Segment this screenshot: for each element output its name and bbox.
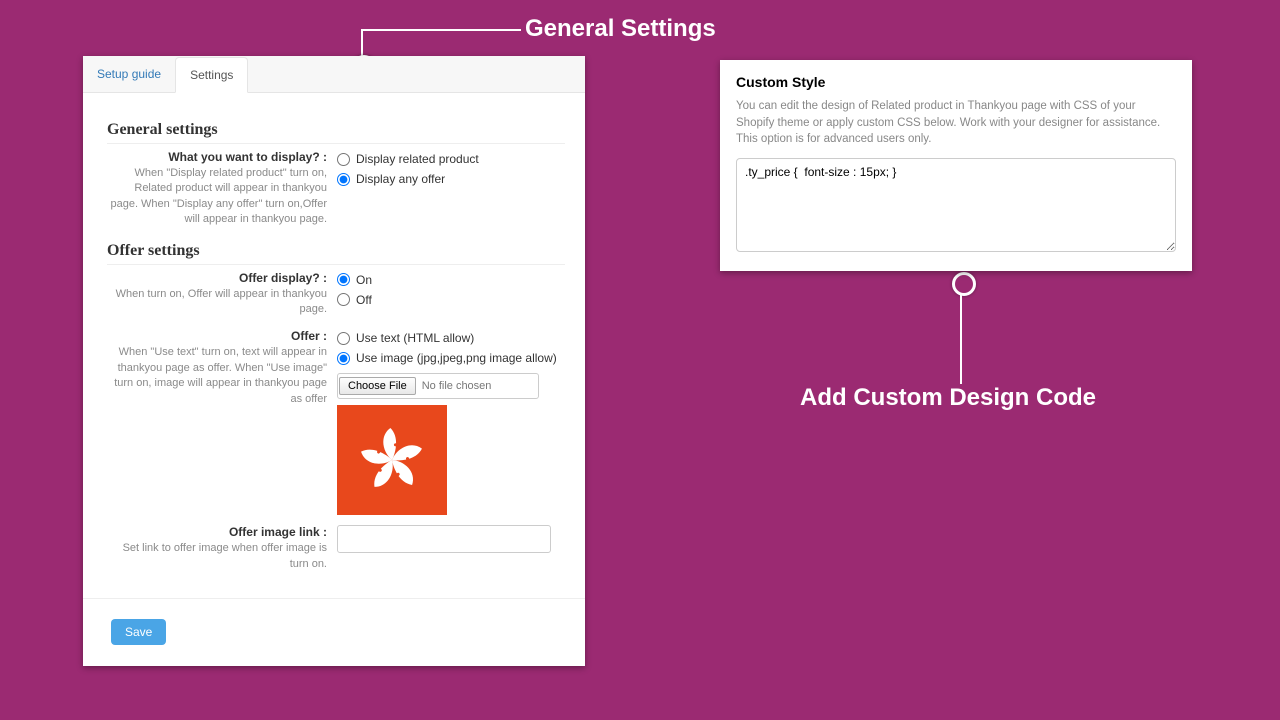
radio-label: Use image (jpg,jpeg,png image allow) (356, 351, 557, 365)
tab-setup-guide[interactable]: Setup guide (83, 57, 175, 93)
flower-icon (352, 420, 432, 500)
file-picker[interactable]: Choose File No file chosen (337, 373, 539, 399)
offer-image-link-label: Offer image link : (107, 525, 327, 539)
settings-panel: Setup guide Settings General settings Wh… (83, 56, 585, 666)
radio-offer-image[interactable]: Use image (jpg,jpeg,png image allow) (337, 349, 565, 367)
radio-display-related-input[interactable] (337, 153, 350, 166)
radio-display-related[interactable]: Display related product (337, 150, 565, 168)
custom-style-heading: Custom Style (736, 74, 1176, 90)
section-general-heading: General settings (107, 121, 565, 144)
callout-custom-code: Add Custom Design Code (800, 384, 1096, 412)
tab-settings[interactable]: Settings (175, 57, 248, 93)
radio-offer-text-input[interactable] (337, 332, 350, 345)
radio-offer-image-input[interactable] (337, 352, 350, 365)
radio-label: Off (356, 293, 372, 307)
radio-offer-on-input[interactable] (337, 273, 350, 286)
offer-display-help: When turn on, Offer will appear in thank… (107, 287, 327, 318)
offer-display-label: Offer display? : (107, 271, 327, 285)
radio-label: Display related product (356, 152, 479, 166)
offer-image-preview (337, 405, 447, 515)
radio-label: On (356, 273, 372, 287)
choose-file-button[interactable]: Choose File (339, 377, 416, 395)
radio-label: Use text (HTML allow) (356, 331, 474, 345)
radio-label: Display any offer (356, 172, 445, 186)
section-offer-heading: Offer settings (107, 242, 565, 265)
radio-offer-off-input[interactable] (337, 293, 350, 306)
radio-offer-text[interactable]: Use text (HTML allow) (337, 329, 565, 347)
offer-image-link-input[interactable] (337, 525, 551, 553)
custom-style-description: You can edit the design of Related produ… (736, 98, 1176, 148)
save-button[interactable]: Save (111, 619, 166, 645)
radio-display-any-offer[interactable]: Display any offer (337, 170, 565, 188)
offer-type-label: Offer : (107, 329, 327, 343)
custom-css-textarea[interactable] (736, 158, 1176, 252)
radio-offer-off[interactable]: Off (337, 291, 565, 309)
callout-general-settings: General Settings (525, 15, 716, 43)
chosen-file-name: No file chosen (422, 380, 492, 392)
display-mode-label: What you want to display? : (107, 150, 327, 164)
callout-leader (960, 294, 962, 384)
display-mode-help: When "Display related product" turn on, … (107, 166, 327, 228)
custom-style-panel: Custom Style You can edit the design of … (720, 60, 1192, 271)
tab-bar: Setup guide Settings (83, 56, 585, 93)
offer-image-link-help: Set link to offer image when offer image… (107, 541, 327, 572)
radio-display-any-offer-input[interactable] (337, 173, 350, 186)
offer-type-help: When "Use text" turn on, text will appea… (107, 345, 327, 407)
callout-leader (361, 29, 521, 31)
callout-marker-icon (952, 272, 976, 296)
radio-offer-on[interactable]: On (337, 271, 565, 289)
